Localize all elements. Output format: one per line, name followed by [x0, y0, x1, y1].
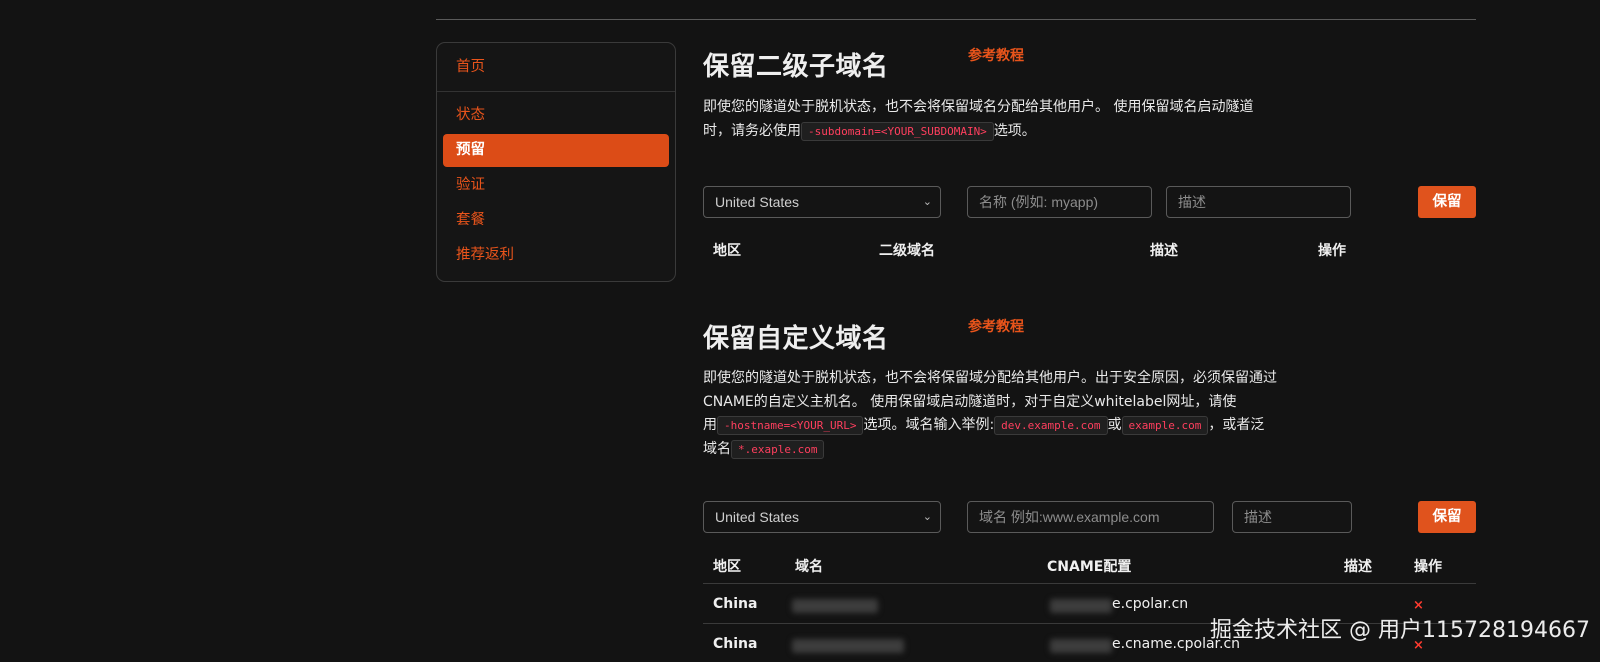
- row2-cname-redacted: [1050, 639, 1112, 653]
- subdomain-name-input[interactable]: 名称 (例如: myapp): [967, 186, 1152, 218]
- custom-desc-line2: CNAME的自定义主机名。 使用保留域启动隧道时，对于自定义whitelabel…: [703, 393, 1237, 410]
- table-row-divider: [703, 583, 1476, 584]
- subdomain-region-select[interactable]: United States ⌄: [703, 186, 941, 218]
- custom-domain-tutorial-link[interactable]: 参考教程: [968, 316, 1024, 336]
- sidebar-item-status[interactable]: 状态: [443, 99, 669, 132]
- row2-domain-redacted: [792, 639, 904, 653]
- subdomain-description: 即使您的隧道处于脱机状态，也不会将保留域名分配给其他用户。 使用保留域名启动隧道…: [703, 96, 1333, 143]
- sidebar-item-reserve[interactable]: 预留: [443, 134, 669, 167]
- subdomain-col-subdomain: 二级域名: [879, 243, 935, 259]
- sidebar-item-home[interactable]: 首页: [443, 51, 669, 84]
- custom-region-value: United States: [715, 509, 800, 525]
- sidebar-nav: 首页 状态 预留 验证 套餐 推荐返利: [436, 42, 676, 282]
- row1-region: China: [713, 596, 758, 612]
- custom-desc-line4: 域名: [703, 440, 731, 457]
- row1-delete-icon[interactable]: ×: [1413, 598, 1424, 613]
- row1-domain-redacted: [792, 599, 878, 613]
- custom-domain-input[interactable]: 域名 例如:www.example.com: [967, 501, 1214, 533]
- subdomain-desc-line2: 时，请务必使用: [703, 122, 801, 139]
- custom-description-input[interactable]: 描述: [1232, 501, 1352, 533]
- wildcard-domain-code: *.exaple.com: [731, 439, 825, 459]
- top-divider: [436, 19, 1476, 20]
- subdomain-section-title: 保留二级子域名: [703, 52, 889, 82]
- subdomain-region-value: United States: [715, 194, 800, 210]
- sidebar-item-verify[interactable]: 验证: [443, 169, 669, 202]
- row1-cname-redacted: [1050, 599, 1112, 613]
- example-domain-code-2: example.com: [1121, 416, 1209, 435]
- custom-desc-line1: 即使您的隧道处于脱机状态，也不会将保留域分配给其他用户。出于安全原因，必须保留通…: [703, 370, 1277, 386]
- subdomain-tutorial-link[interactable]: 参考教程: [968, 45, 1024, 65]
- chevron-down-icon: ⌄: [922, 511, 932, 523]
- custom-desc-line3-start: 用: [703, 417, 717, 433]
- custom-col-region: 地区: [713, 559, 741, 575]
- sidebar-item-referral[interactable]: 推荐返利: [443, 239, 669, 272]
- sidebar-divider: [437, 91, 675, 92]
- custom-desc-line3-mid: 选项。域名输入举例:: [863, 417, 995, 433]
- row2-region: China: [713, 636, 758, 652]
- subdomain-col-description: 描述: [1150, 243, 1178, 259]
- watermark-text: 掘金技术社区 @ 用户115728194667: [1210, 618, 1590, 643]
- subdomain-flag-code: -subdomain=<YOUR_SUBDOMAIN>: [801, 121, 994, 141]
- custom-col-description: 描述: [1344, 559, 1372, 575]
- custom-col-cname: CNAME配置: [1047, 559, 1132, 575]
- custom-region-select[interactable]: United States ⌄: [703, 501, 941, 533]
- sidebar-item-plans[interactable]: 套餐: [443, 204, 669, 237]
- subdomain-desc-line2-end: 选项。: [993, 122, 1036, 139]
- custom-desc-or: 或: [1107, 417, 1122, 433]
- subdomain-reserve-button[interactable]: 保留: [1418, 186, 1476, 218]
- custom-reserve-button[interactable]: 保留: [1418, 501, 1476, 533]
- chevron-down-icon: ⌄: [922, 196, 932, 208]
- subdomain-col-actions: 操作: [1318, 243, 1346, 259]
- subdomain-desc-line1: 即使您的隧道处于脱机状态，也不会将保留域名分配给其他用户。 使用保留域名启动隧道: [703, 99, 1254, 115]
- example-domain-code-1: dev.example.com: [994, 416, 1108, 435]
- row1-cname: e.cpolar.cn: [1112, 596, 1189, 612]
- custom-col-actions: 操作: [1414, 559, 1442, 575]
- hostname-flag-code: -hostname=<YOUR_URL>: [717, 416, 864, 435]
- subdomain-col-region: 地区: [713, 243, 741, 259]
- custom-col-domain: 域名: [795, 559, 823, 575]
- custom-domain-section-title: 保留自定义域名: [703, 324, 889, 354]
- custom-desc-line3-end: ，或者泛: [1208, 417, 1265, 433]
- custom-domain-description: 即使您的隧道处于脱机状态，也不会将保留域分配给其他用户。出于安全原因，必须保留通…: [703, 367, 1343, 461]
- subdomain-description-input[interactable]: 描述: [1166, 186, 1351, 218]
